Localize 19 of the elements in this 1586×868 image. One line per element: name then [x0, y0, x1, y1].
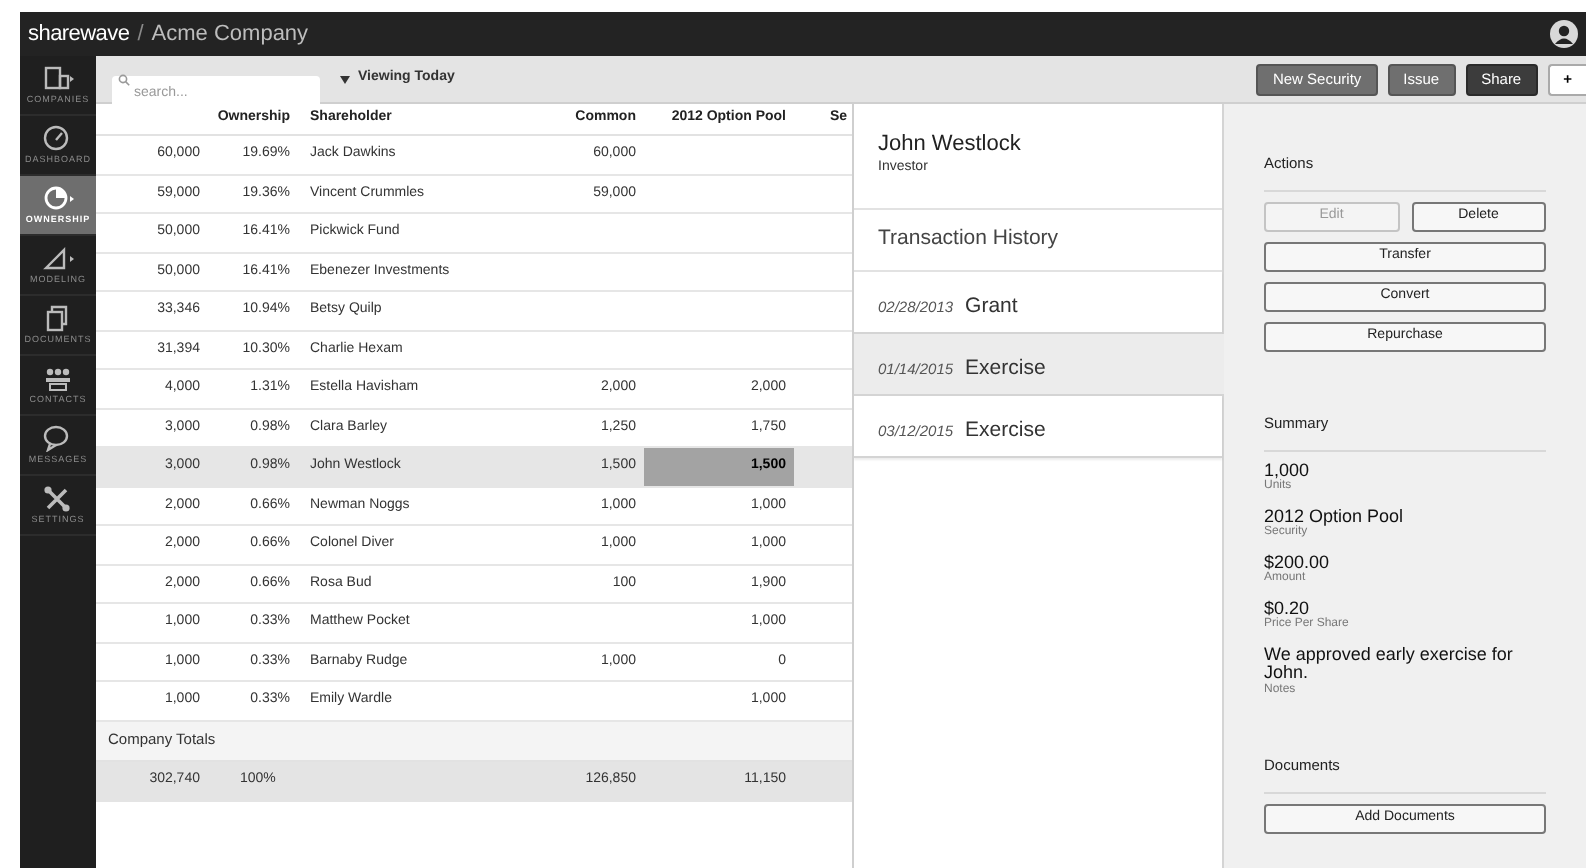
summary-value: We approved early exercise for John. [1264, 645, 1515, 683]
gauge-icon [42, 124, 74, 153]
user-icon[interactable] [1550, 20, 1578, 48]
caret-icon [340, 75, 350, 83]
company-name[interactable]: Acme Company [151, 17, 309, 51]
summary-value: 2012 Option Pool [1264, 507, 1406, 526]
summary-value: 1,000 [1264, 462, 1312, 480]
summary-value: $0.20 [1264, 599, 1310, 618]
breadcrumb-separator: / [137, 19, 144, 50]
tools-icon [42, 484, 74, 513]
building-icon [42, 64, 74, 93]
speech-bubbles-icon [42, 424, 74, 453]
summary-value: $200.00 [1264, 553, 1332, 572]
section-title: Transaction History [878, 224, 1059, 255]
pie-chart-icon [42, 184, 74, 213]
triangle-ruler-icon [42, 244, 74, 273]
holder-name: John Westlock [878, 132, 1023, 160]
people-icon [42, 364, 74, 393]
brand-name: sharewave [28, 19, 130, 50]
